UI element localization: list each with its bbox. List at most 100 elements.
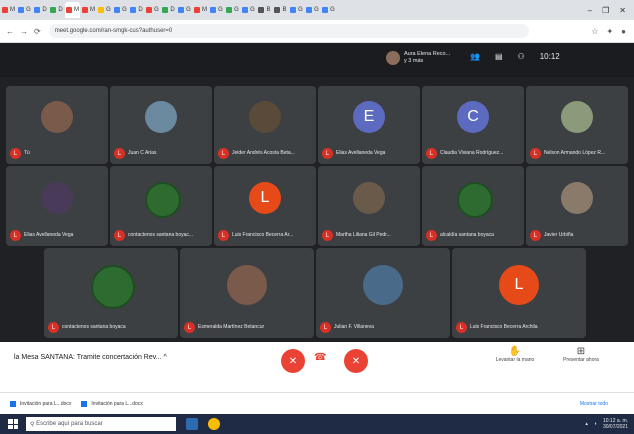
minimize-button[interactable]: – bbox=[588, 6, 592, 15]
hangup-icon[interactable]: ☎ bbox=[314, 352, 326, 363]
hand-icon: ✋ bbox=[508, 346, 522, 357]
chevron-up-icon[interactable]: ^ bbox=[164, 354, 167, 361]
browser-tab[interactable]: G bbox=[17, 2, 32, 18]
presenter-name: Aura Elena Reco... bbox=[404, 51, 451, 57]
present-now-button[interactable]: ⊞ Presentar ahora bbox=[556, 346, 606, 363]
tab-favicon-icon bbox=[146, 7, 153, 13]
participant-tile[interactable]: C L Claudia Viviana Rodríguez... bbox=[422, 86, 524, 164]
present-icon: ⊞ bbox=[576, 346, 586, 357]
browser-tab[interactable]: G bbox=[177, 2, 192, 18]
browser-tab[interactable]: B bbox=[273, 2, 288, 18]
participant-name: Javier Urbiña bbox=[544, 232, 574, 238]
mic-muted-icon: L bbox=[530, 230, 541, 241]
participant-tile[interactable]: L Javier Urbiña bbox=[526, 166, 628, 246]
mic-muted-icon: L bbox=[10, 148, 21, 159]
mic-muted-icon: L bbox=[48, 322, 59, 333]
raise-hand-button[interactable]: ✋ Levantar la mano bbox=[490, 346, 540, 363]
microphone-off-button[interactable]: ✕ bbox=[281, 349, 305, 373]
participant-tile[interactable]: E L Elias Avellaneda Vega bbox=[318, 86, 420, 164]
participant-tile[interactable]: L L Luis Francisco Becerra Archila bbox=[452, 248, 586, 338]
system-tray: ▴ ◖ 10:12 a. m. 30/07/2021 bbox=[585, 418, 634, 430]
extensions-area: ☆ ✦ ● bbox=[591, 27, 634, 36]
browser-tab[interactable]: G bbox=[305, 2, 320, 18]
volume-icon[interactable]: ◖ bbox=[594, 421, 597, 427]
activities-icon[interactable]: ⚇ bbox=[518, 52, 525, 61]
show-all-link[interactable]: Mostrar todo bbox=[580, 401, 608, 407]
meeting-title[interactable]: la Mesa SANTANA: Tramite concertación Re… bbox=[14, 354, 167, 361]
browser-tab[interactable]: D bbox=[161, 2, 176, 18]
url-field[interactable]: meet.google.com/ran-smgk-cus?authuser=0 bbox=[48, 24, 529, 38]
chat-icon[interactable]: ▤ bbox=[495, 52, 503, 61]
tab-favicon-icon bbox=[50, 7, 57, 13]
browser-tab[interactable]: D bbox=[129, 2, 144, 18]
participant-name: Elias Avellaneda Vega bbox=[24, 232, 74, 238]
participant-tile[interactable]: L Elias Avellaneda Vega bbox=[6, 166, 108, 246]
mic-muted-icon: L bbox=[218, 148, 229, 159]
participant-tile[interactable]: L L Luis Francisco Becerra Ar... bbox=[214, 166, 316, 246]
mic-muted-icon: L bbox=[426, 148, 437, 159]
network-icon[interactable]: ▴ bbox=[585, 421, 588, 427]
browser-tab[interactable]: M bbox=[193, 2, 208, 18]
star-icon[interactable]: ☆ bbox=[591, 27, 598, 36]
browser-tab[interactable]: D bbox=[49, 2, 64, 18]
tab-favicon-icon bbox=[306, 7, 313, 13]
browser-tab[interactable]: G bbox=[241, 2, 256, 18]
browser-tab-strip: MGDDMMGGDGDGMGGGBBGGG – ❐ ✕ bbox=[0, 0, 634, 20]
browser-tab[interactable]: G bbox=[113, 2, 128, 18]
participant-tile[interactable]: L Tú bbox=[6, 86, 108, 164]
file-explorer-icon[interactable] bbox=[186, 418, 198, 430]
participant-tile[interactable]: Lcontactenos santana boyac... bbox=[110, 166, 212, 246]
people-icon[interactable]: 👥 bbox=[470, 52, 480, 61]
chrome-icon[interactable] bbox=[208, 418, 220, 430]
browser-tab[interactable]: G bbox=[289, 2, 304, 18]
browser-tab[interactable]: M bbox=[65, 2, 80, 18]
profile-icon[interactable]: ● bbox=[621, 27, 626, 36]
participant-name: Julian F. Villaneva bbox=[334, 324, 374, 330]
browser-tab[interactable]: G bbox=[209, 2, 224, 18]
participant-name: Nelson Armando López R... bbox=[544, 150, 606, 156]
windows-start-icon[interactable] bbox=[8, 419, 18, 429]
participant-tile[interactable]: L Juan C Arias bbox=[110, 86, 212, 164]
browser-tab[interactable]: D bbox=[33, 2, 48, 18]
tab-favicon-icon bbox=[18, 7, 25, 13]
download-item[interactable]: Invitación para L...docx bbox=[81, 401, 143, 407]
tab-favicon-icon bbox=[2, 7, 8, 13]
mic-muted-icon: L bbox=[426, 230, 437, 241]
close-button[interactable]: ✕ bbox=[619, 6, 626, 15]
clock-time: 10:12 bbox=[539, 52, 560, 61]
forward-icon[interactable]: → bbox=[20, 27, 28, 36]
participant-name: Jeider Andrés Acosta Beta... bbox=[232, 150, 295, 156]
mic-muted-icon: L bbox=[322, 230, 333, 241]
emblem-avatar bbox=[145, 182, 181, 218]
browser-tab[interactable]: M bbox=[1, 2, 16, 18]
browser-tab[interactable]: G bbox=[225, 2, 240, 18]
reload-icon[interactable]: ⟳ bbox=[34, 27, 41, 36]
participant-tile[interactable]: L Julian F. Villaneva bbox=[316, 248, 450, 338]
tray-date: 30/07/2021 bbox=[602, 424, 628, 430]
mic-muted-icon: L bbox=[320, 322, 331, 333]
tab-favicon-icon bbox=[130, 7, 137, 13]
participant-photo bbox=[249, 101, 281, 133]
back-icon[interactable]: ← bbox=[6, 27, 14, 36]
participant-tile[interactable]: L Esmeralda Martínez Betancur bbox=[180, 248, 314, 338]
participant-name: Tú bbox=[24, 150, 30, 156]
browser-tab[interactable]: G bbox=[97, 2, 112, 18]
participant-letter-avatar: C bbox=[457, 101, 489, 133]
browser-tab[interactable]: M bbox=[81, 2, 96, 18]
participant-tile[interactable]: Lcontactenos santana boyaca bbox=[44, 248, 178, 338]
download-item[interactable]: Invitación para L...docx bbox=[10, 401, 71, 407]
participant-tile[interactable]: L Martha Liliana Gil Pedr... bbox=[318, 166, 420, 246]
presenter-sub: y 3 más bbox=[404, 58, 424, 64]
camera-off-button[interactable]: ✕ bbox=[344, 349, 368, 373]
browser-tab[interactable]: G bbox=[321, 2, 336, 18]
puzzle-icon[interactable]: ✦ bbox=[606, 27, 613, 36]
browser-tab[interactable]: B bbox=[257, 2, 272, 18]
tab-favicon-icon bbox=[66, 7, 72, 13]
maximize-button[interactable]: ❐ bbox=[602, 6, 609, 15]
taskbar-search[interactable]: ⚲ Escribe aquí para buscar bbox=[26, 417, 176, 431]
participant-tile[interactable]: L Nelson Armando López R... bbox=[526, 86, 628, 164]
participant-photo bbox=[227, 265, 267, 305]
browser-tab[interactable]: G bbox=[145, 2, 160, 18]
participant-tile[interactable]: Lalcaldía santana boyaca bbox=[422, 166, 524, 246]
participant-tile[interactable]: L Jeider Andrés Acosta Beta... bbox=[214, 86, 316, 164]
